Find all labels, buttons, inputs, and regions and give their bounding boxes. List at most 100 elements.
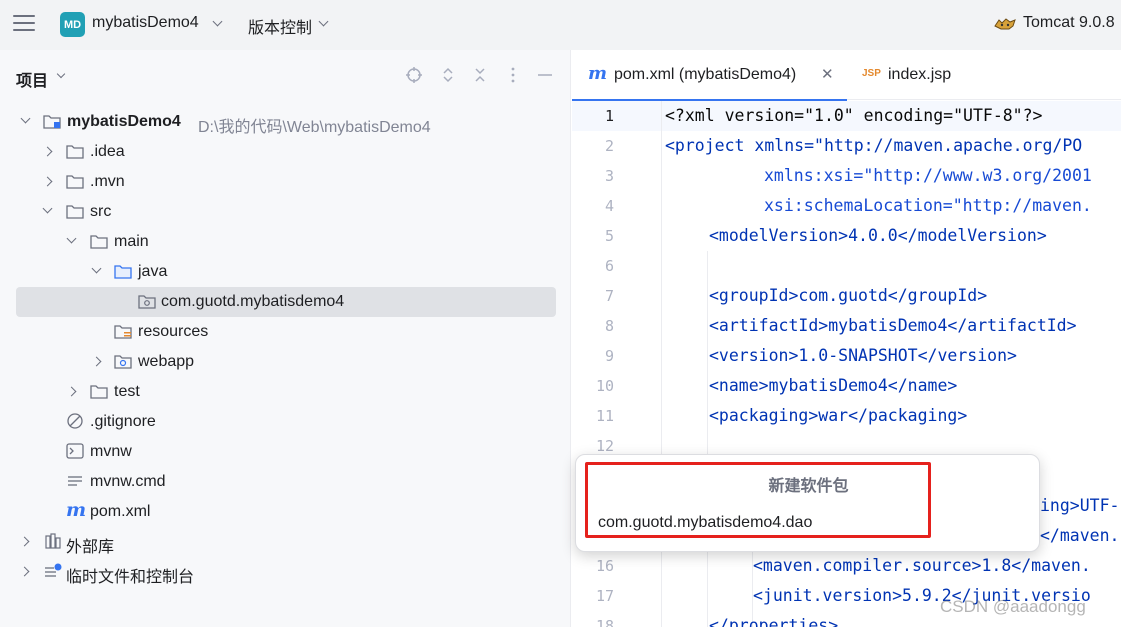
expand-arrow-icon[interactable] [19,566,30,577]
vcs-dropdown[interactable]: 版本控制 [248,14,312,38]
resources-folder-icon [114,325,132,339]
scratches-icon [45,563,62,577]
code-line-1: <?xml version="1.0" encoding="UTF-8"?> [665,106,1043,125]
line-number: 4 [604,197,614,215]
expand-arrow-icon[interactable] [42,176,53,187]
tab-index-jsp[interactable]: index.jsp [888,66,951,84]
popup-title: 新建软件包 [768,478,849,495]
tree-item-package[interactable]: com.guotd.mybatisdemo4 [16,287,556,317]
code-line-15: </maven. [1040,526,1120,545]
project-tool-window: 项目 mybatisDemo4 D:\我的代码\Web\mybatisDemo4… [0,50,571,627]
chevron-down-icon[interactable] [56,69,66,79]
expand-arrow-icon[interactable] [42,146,53,157]
line-number: 10 [595,377,614,395]
line-number: 17 [595,587,614,605]
tree-item-label: src [90,203,112,220]
expand-arrow-icon[interactable] [19,536,30,547]
tree-item-label: mvnw [90,443,132,460]
tree-item-label: .gitignore [90,413,156,430]
tree-item-label: mybatisDemo4 [67,113,181,130]
code-line-14: ing>UTF- [1040,496,1120,515]
run-configuration[interactable]: Tomcat 9.0.8 [1023,14,1115,32]
line-number: 12 [595,437,614,455]
editor-tabs: m pom.xml (mybatisDemo4) ✕ JSP index.jsp [572,50,1121,101]
tree-item-gitignore[interactable]: .gitignore [0,407,571,437]
tree-item-label: pom.xml [90,503,151,520]
package-name-input[interactable] [598,514,928,532]
expand-arrow-icon[interactable] [66,233,77,244]
tree-item-label: 临时文件和控制台 [66,569,195,586]
package-icon [138,295,156,309]
folder-icon [66,145,84,159]
ignore-file-icon [67,413,83,429]
tree-item-java[interactable]: java [0,257,571,287]
tree-item-mvn[interactable]: .mvn [0,167,571,197]
line-number: 5 [604,227,614,245]
watermark: CSDN @aaadongg [940,597,1086,616]
new-package-popup: 新建软件包 [575,454,1040,552]
tomcat-icon [994,18,1016,30]
tree-item-test[interactable]: test [0,377,571,407]
expand-arrow-icon[interactable] [91,263,102,274]
tree-item-src[interactable]: src [0,197,571,227]
tree-item-label: 外部库 [66,539,115,556]
tree-item-label: com.guotd.mybatisdemo4 [161,293,345,310]
module-folder-icon [43,115,61,129]
tree-item-label: resources [138,323,209,340]
project-name-dropdown[interactable]: mybatisDemo4 [92,14,199,32]
line-number: 11 [595,407,614,425]
tree-item-idea[interactable]: .idea [0,137,571,167]
tree-item-project-root[interactable]: mybatisDemo4 D:\我的代码\Web\mybatisDemo4 [0,107,571,137]
folder-icon [90,235,108,249]
close-icon[interactable]: ✕ [821,65,834,83]
expand-all-icon[interactable] [439,66,457,84]
more-options-icon[interactable] [504,66,522,84]
text-file-icon [68,476,82,486]
tree-item-mvnw-cmd[interactable]: mvnw.cmd [0,467,571,497]
tree-item-resources[interactable]: resources [0,317,571,347]
panel-title[interactable]: 项目 [16,67,48,91]
title-bar: MD mybatisDemo4 版本控制 Tomcat 9.0.8 [0,0,1121,50]
code-line-4: xsi:schemaLocation="http://maven. [764,196,1092,215]
line-number: 1 [604,107,614,125]
tree-item-scratches[interactable]: 临时文件和控制台 [0,557,571,587]
collapse-all-icon[interactable] [471,66,489,84]
tree-item-pom[interactable]: m pom.xml [0,497,571,527]
tree-item-label: main [114,233,149,250]
expand-arrow-icon[interactable] [42,203,53,214]
tree-item-label: .mvn [90,173,125,190]
main-menu-icon[interactable] [13,15,35,33]
tab-pom-xml[interactable]: m pom.xml (mybatisDemo4) ✕ [572,50,847,101]
web-folder-icon [114,355,132,369]
tree-item-label: java [138,263,168,280]
line-number: 6 [604,257,614,275]
code-line-3: xmlns:xsi="http://www.w3.org/2001 [764,166,1092,185]
tree-item-external-libraries[interactable]: 外部库 [0,527,571,557]
terminal-file-icon [66,443,84,459]
tree-item-mvnw[interactable]: mvnw [0,437,571,467]
code-line-5: <modelVersion>4.0.0</modelVersion> [709,226,1047,245]
chevron-down-icon[interactable] [318,16,329,27]
project-badge[interactable]: MD [60,12,85,37]
locate-icon[interactable] [405,66,423,84]
chevron-down-icon[interactable] [212,16,223,27]
expand-arrow-icon[interactable] [20,113,31,124]
maven-icon: m [588,63,608,84]
tree-item-label: webapp [138,353,195,370]
line-number: 3 [604,167,614,185]
code-line-18: </properties> [709,616,839,627]
expand-arrow-icon[interactable] [66,386,77,397]
code-line-8: <artifactId>mybatisDemo4</artifactId> [709,316,1077,335]
line-number: 18 [595,617,614,627]
tree-item-main[interactable]: main [0,227,571,257]
line-number: 9 [604,347,614,365]
expand-arrow-icon[interactable] [91,356,102,367]
library-icon [45,533,61,549]
folder-icon [66,205,84,219]
hide-panel-icon[interactable] [536,66,554,84]
line-number: 8 [604,317,614,335]
tree-item-webapp[interactable]: webapp [0,347,571,377]
code-line-7: <groupId>com.guotd</groupId> [709,286,988,305]
folder-icon [90,385,108,399]
code-line-16: <maven.compiler.source>1.8</maven. [753,556,1091,575]
